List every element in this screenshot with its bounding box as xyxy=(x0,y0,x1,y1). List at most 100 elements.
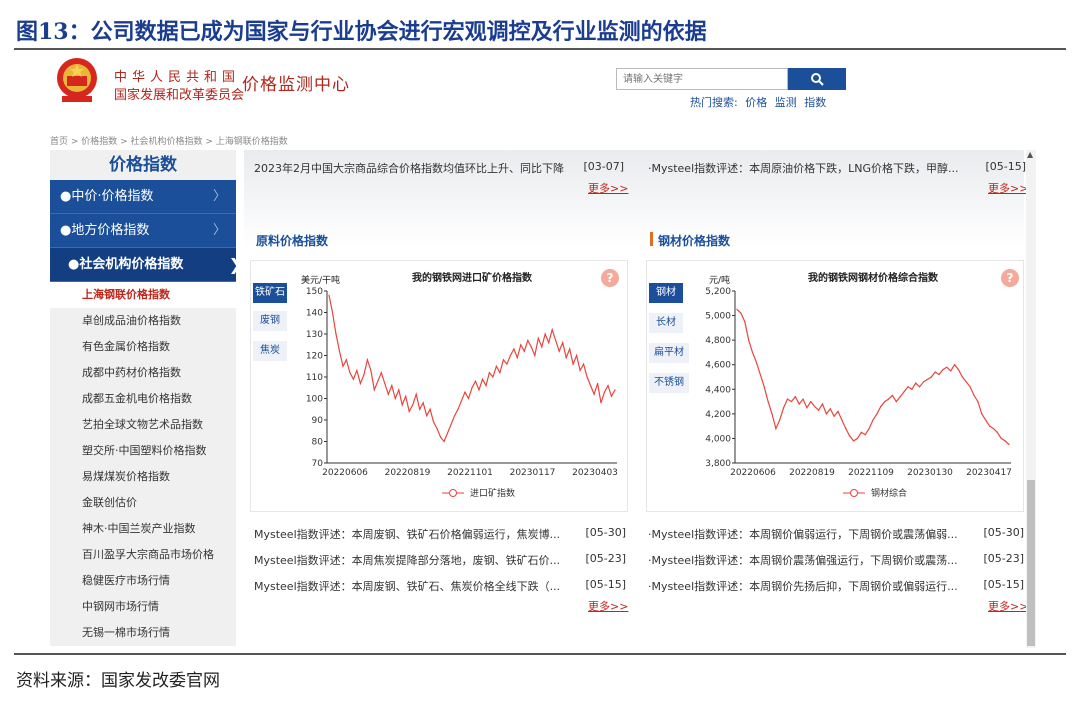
sidebar-item[interactable]: 卓创成品油价格指数 xyxy=(50,308,236,334)
sidebar-item[interactable]: 有色金属价格指数 xyxy=(50,334,236,360)
tab-long-steel[interactable]: 长材 xyxy=(649,313,683,333)
data-point xyxy=(586,376,588,378)
data-point xyxy=(408,410,410,412)
data-point xyxy=(541,346,543,348)
sidebar-item[interactable]: 无锡一棉市场行情 xyxy=(50,620,236,646)
data-point xyxy=(783,407,785,409)
data-point xyxy=(790,401,792,403)
y-tick-label: 130 xyxy=(306,330,323,340)
data-point xyxy=(544,333,546,335)
news-title: ·Mysteel指数评述：本周原油价格下跌，LNG价格下跌，甲醇... xyxy=(648,162,959,175)
sidebar-section-social[interactable]: ●社会机构价格指数 ❯ xyxy=(50,248,242,282)
section-label: ●中价·价格指数 xyxy=(60,189,154,204)
news-item[interactable]: ·Mysteel指数评述：本周钢价震荡偏强运行，下周钢价或震荡... [05-23… xyxy=(648,552,1024,568)
data-point xyxy=(555,339,557,342)
data-point xyxy=(767,401,769,403)
data-point xyxy=(603,391,606,393)
top-news-right[interactable]: ·Mysteel指数评述：本周原油价格下跌，LNG价格下跌，甲醇... [05-… xyxy=(648,160,1026,176)
more-link[interactable]: 更多>> xyxy=(588,180,628,196)
sidebar-item[interactable]: 百川盈孚大宗商品市场价格 xyxy=(50,542,236,568)
sidebar-item[interactable]: 塑交所·中国塑料价格指数 xyxy=(50,438,236,464)
tab-coke[interactable]: 焦炭 xyxy=(253,341,287,361)
site-name[interactable]: 价格监测中心 xyxy=(242,70,350,95)
data-point xyxy=(934,371,936,373)
tab-stainless[interactable]: 不锈钢 xyxy=(649,373,689,393)
sidebar-item[interactable]: 神木·中国兰炭产业指数 xyxy=(50,516,236,542)
data-point xyxy=(597,382,599,385)
news-item[interactable]: ·Mysteel指数评述：本周钢价偏弱运行，下周钢价或震荡偏弱... [05-30… xyxy=(648,526,1024,542)
news-item[interactable]: ·Mysteel指数评述：本周钢价先扬后抑，下周钢价或偏弱运行... [05-15… xyxy=(648,578,1024,594)
data-point xyxy=(450,423,452,425)
data-point xyxy=(740,312,742,314)
breadcrumb[interactable]: 首页 > 价格指数 > 社会机构价格指数 > 上海钢联价格指数 xyxy=(50,134,288,147)
tab-steel[interactable]: 钢材 xyxy=(649,283,683,303)
hot-term-link[interactable]: 指数 xyxy=(804,96,826,109)
more-link[interactable]: 更多>> xyxy=(588,598,628,614)
tab-scrap[interactable]: 废钢 xyxy=(253,311,287,331)
data-point xyxy=(992,428,995,430)
hot-term-link[interactable]: 监测 xyxy=(775,96,797,109)
data-point xyxy=(600,402,602,404)
data-point xyxy=(471,387,473,389)
scrollbar-thumb[interactable] xyxy=(1027,480,1035,646)
sidebar-item[interactable]: 成都五金机电价格指数 xyxy=(50,386,236,412)
more-link[interactable]: 更多>> xyxy=(988,180,1028,196)
sidebar-section-local[interactable]: ●地方价格指数 〉 xyxy=(50,214,236,248)
data-point xyxy=(973,394,975,396)
sidebar-item[interactable]: 成都中药材价格指数 xyxy=(50,360,236,386)
data-point xyxy=(534,354,536,357)
sidebar-item[interactable]: 上海钢联价格指数 xyxy=(50,282,236,308)
search-button[interactable] xyxy=(788,68,846,90)
data-point xyxy=(583,363,585,365)
data-point xyxy=(499,372,501,374)
tab-iron-ore[interactable]: 铁矿石 xyxy=(253,283,287,303)
data-point xyxy=(829,408,831,410)
sidebar-item[interactable]: 艺拍全球文物艺术品指数 xyxy=(50,412,236,438)
news-item[interactable]: Mysteel指数评述：本周废钢、铁矿石价格偏弱运行，焦炭博... [05-30] xyxy=(254,526,626,542)
x-tick-label: 20220606 xyxy=(322,468,368,478)
data-point xyxy=(864,434,866,436)
x-tick-label: 20230403 xyxy=(572,468,618,478)
data-point xyxy=(981,413,983,415)
y-tick-label: 80 xyxy=(312,438,324,448)
y-tick-label: 90 xyxy=(312,416,324,426)
y-tick-label: 5,000 xyxy=(705,312,731,322)
data-point xyxy=(370,369,372,372)
data-point xyxy=(530,346,532,348)
scroll-up-icon[interactable]: ▲ xyxy=(1027,150,1033,159)
top-news-left[interactable]: 2023年2月中国大宗商品综合价格指数均值环比上升、同比下降 [03-07] xyxy=(254,160,624,176)
scrollbar[interactable]: ▲ xyxy=(1026,150,1036,648)
sidebar-item[interactable]: 中钢网市场行情 xyxy=(50,594,236,620)
data-point xyxy=(516,357,518,359)
sidebar-section-zhongjia[interactable]: ●中价·价格指数 〉 xyxy=(50,180,236,214)
data-point xyxy=(387,393,389,395)
sidebar-item[interactable]: 易煤煤炭价格指数 xyxy=(50,464,236,490)
x-tick-label: 20220819 xyxy=(385,468,431,478)
data-point xyxy=(579,369,581,372)
more-link[interactable]: 更多>> xyxy=(988,598,1028,614)
news-item[interactable]: Mysteel指数评述：本周废钢、铁矿石、焦炭价格全线下跌（... [05-15] xyxy=(254,578,626,594)
data-point xyxy=(763,386,765,388)
data-point xyxy=(872,419,874,421)
sidebar-item[interactable]: 稳健医疗市场行情 xyxy=(50,568,236,594)
tab-flat-steel[interactable]: 扁平材 xyxy=(649,343,689,363)
data-point xyxy=(907,386,909,388)
search-input[interactable] xyxy=(616,68,788,90)
news-item[interactable]: Mysteel指数评述：本周焦炭提降部分落地，废钢、铁矿石价... [05-23] xyxy=(254,552,626,568)
data-point xyxy=(481,378,484,380)
x-tick-label: 20230117 xyxy=(510,468,556,478)
data-point xyxy=(366,359,368,361)
sidebar-item[interactable]: 金联创估价 xyxy=(50,490,236,516)
data-point xyxy=(841,419,843,421)
x-tick-label: 20220606 xyxy=(730,468,776,478)
x-tick-label: 20230417 xyxy=(966,468,1012,478)
data-point xyxy=(569,348,571,350)
hot-term-link[interactable]: 价格 xyxy=(745,96,767,109)
data-point xyxy=(509,354,511,357)
series-line xyxy=(736,308,1010,446)
y-tick-label: 150 xyxy=(306,287,323,297)
data-point xyxy=(903,391,905,393)
y-tick-label: 140 xyxy=(306,309,323,319)
news-date: [05-30] xyxy=(983,526,1024,539)
data-point xyxy=(433,421,435,423)
